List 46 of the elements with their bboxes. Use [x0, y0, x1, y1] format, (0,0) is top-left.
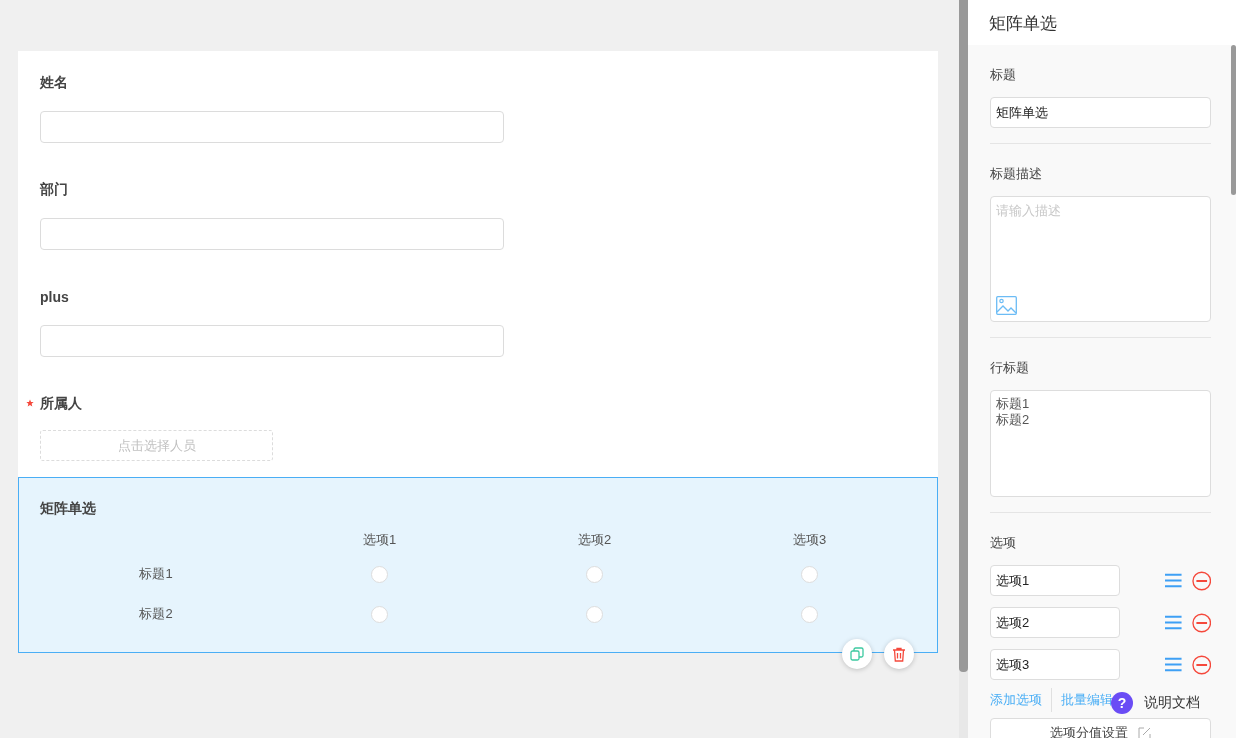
option-input[interactable]: 选项2	[990, 607, 1120, 638]
matrix-question[interactable]: 矩阵单选 选项1 选项2 选项3 标题1 标题2	[18, 477, 938, 653]
option-input[interactable]: 选项3	[990, 649, 1120, 680]
copy-button[interactable]	[842, 639, 872, 669]
remove-icon[interactable]	[1191, 654, 1211, 675]
setting-label: 行标题	[990, 359, 1030, 377]
remove-icon[interactable]	[1191, 612, 1211, 633]
radio-button[interactable]	[371, 565, 388, 583]
score-settings-button[interactable]: 选项分值设置	[990, 718, 1211, 738]
help-link[interactable]: ? 说明文档	[1111, 692, 1200, 714]
image-icon[interactable]	[996, 296, 1017, 315]
remove-icon[interactable]	[1191, 570, 1211, 591]
menu-icon[interactable]	[1165, 615, 1182, 630]
radio-button[interactable]	[586, 605, 603, 623]
column-header: 选项2	[577, 531, 612, 549]
input-field[interactable]	[40, 325, 504, 357]
scrollbar[interactable]	[1231, 45, 1236, 195]
radio-button[interactable]	[586, 565, 603, 583]
menu-icon[interactable]	[1165, 573, 1182, 588]
delete-button[interactable]	[884, 639, 914, 669]
title-input[interactable]: 矩阵单选	[990, 97, 1211, 128]
setting-label: 选项	[990, 534, 1017, 552]
option-input[interactable]: 选项1	[990, 565, 1120, 596]
field-label: plus	[40, 289, 69, 305]
setting-label: 标题	[990, 66, 1017, 84]
column-header: 选项3	[792, 531, 827, 549]
column-header: 选项1	[362, 531, 397, 549]
field-label: 部门	[40, 181, 68, 199]
copy-icon	[850, 647, 864, 661]
radio-button[interactable]	[371, 605, 388, 623]
menu-icon[interactable]	[1165, 657, 1182, 672]
row-label: 标题2	[139, 605, 173, 623]
radio-button[interactable]	[801, 605, 818, 623]
trash-icon	[892, 646, 906, 662]
input-field[interactable]	[40, 111, 504, 143]
setting-label: 标题描述	[990, 165, 1043, 183]
row-titles-field[interactable]: 标题1 标题2	[990, 390, 1211, 497]
input-field[interactable]	[40, 218, 504, 250]
question-title: 矩阵单选	[40, 500, 97, 518]
panel-title: 矩阵单选	[968, 0, 1236, 45]
scrollbar[interactable]	[959, 0, 968, 672]
row-label: 标题1	[139, 565, 173, 583]
edit-icon	[1138, 726, 1151, 738]
radio-button[interactable]	[801, 565, 818, 583]
field-label: 姓名	[40, 74, 68, 92]
field-label: 所属人	[40, 395, 82, 413]
